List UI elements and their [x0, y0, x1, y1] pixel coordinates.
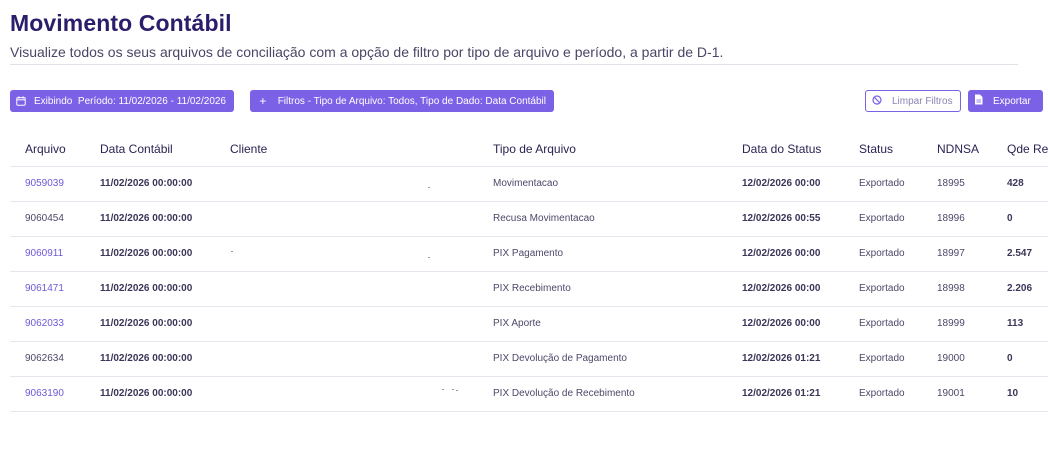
header-ndnsa[interactable]: NDNSA — [937, 142, 979, 156]
cell-ndnsa: 18995 — [937, 178, 965, 189]
clear-filters-label: Limpar Filtros — [892, 95, 953, 107]
redacted-mark — [456, 390, 458, 391]
cell-ndnsa: 18996 — [937, 213, 965, 224]
header-divider — [10, 64, 1018, 65]
header-tipo-arquivo[interactable]: Tipo de Arquivo — [493, 142, 576, 156]
document-icon — [974, 94, 983, 108]
plus-icon: + — [259, 94, 267, 108]
table-row[interactable]: 9062634 11/02/2026 00:00:00 PIX Devolução … — [10, 342, 1048, 377]
export-button[interactable]: Exportar — [968, 90, 1043, 112]
period-filter-label: Exibindo Período: 11/02/2026 - 11/02/202… — [34, 95, 226, 107]
redacted-mark — [442, 389, 444, 390]
cell-qde: 0 — [1007, 213, 1013, 224]
cell-tipo-arquivo: PIX Recebimento — [493, 283, 571, 294]
redacted-mark — [452, 389, 454, 390]
cell-ndnsa: 18998 — [937, 283, 965, 294]
cell-ndnsa: 18999 — [937, 318, 965, 329]
header-data-contabil[interactable]: Data Contábil — [100, 142, 173, 156]
cell-tipo-arquivo: PIX Aporte — [493, 318, 541, 329]
cell-data-status: 12/02/2026 00:00 — [742, 248, 821, 259]
cell-data-contabil: 11/02/2026 00:00:00 — [100, 283, 193, 294]
header-arquivo[interactable]: Arquivo — [25, 142, 66, 156]
header-status[interactable]: Status — [859, 142, 893, 156]
page-subtitle: Visualize todos os seus arquivos de conc… — [10, 44, 724, 60]
cell-arquivo: 9060454 — [25, 213, 64, 224]
table-row[interactable]: 9060454 11/02/2026 00:00:00 Recusa Movimen… — [10, 202, 1048, 237]
file-link[interactable]: 9060911 — [25, 248, 63, 259]
table-body: 9059039 11/02/2026 00:00:00 Movimentacao 12… — [10, 167, 1048, 412]
cell-qde: 0 — [1007, 353, 1013, 364]
redacted-mark — [231, 251, 233, 252]
cell-status: Exportado — [859, 178, 905, 189]
cell-status: Exportado — [859, 283, 905, 294]
cell-tipo-arquivo: PIX Devolução de Pagamento — [493, 353, 627, 364]
redacted-mark — [428, 187, 430, 188]
redacted-mark — [428, 257, 430, 258]
type-filter-chip[interactable]: + Filtros - Tipo de Arquivo: Todos, Tipo… — [250, 90, 554, 112]
cell-data-contabil: 11/02/2026 00:00:00 — [100, 388, 193, 399]
cell-data-status: 12/02/2026 00:55 — [742, 213, 821, 224]
page-title: Movimento Contábil — [10, 10, 232, 36]
period-filter-chip[interactable]: Exibindo Período: 11/02/2026 - 11/02/202… — [10, 90, 234, 112]
header-cliente[interactable]: Cliente — [230, 142, 267, 156]
cell-data-contabil: 11/02/2026 00:00:00 — [100, 178, 193, 189]
cell-status: Exportado — [859, 318, 905, 329]
file-link[interactable]: 9059039 — [25, 178, 64, 189]
cell-tipo-arquivo: PIX Devolução de Recebimento — [493, 388, 635, 399]
cell-status: Exportado — [859, 213, 905, 224]
cell-data-status: 12/02/2026 00:00 — [742, 283, 821, 294]
cell-ndnsa: 18997 — [937, 248, 965, 259]
cell-data-status: 12/02/2026 00:00 — [742, 318, 821, 329]
ban-icon — [872, 94, 882, 108]
table-row[interactable]: 9060911 11/02/2026 00:00:00 PIX Pagamento 1… — [10, 237, 1048, 272]
file-link[interactable]: 9061471 — [25, 283, 64, 294]
cell-status: Exportado — [859, 248, 905, 259]
cell-qde: 10 — [1007, 388, 1019, 399]
cell-tipo-arquivo: PIX Pagamento — [493, 248, 564, 259]
table-row[interactable]: 9059039 11/02/2026 00:00:00 Movimentacao 12… — [10, 167, 1048, 202]
cell-data-status: 12/02/2026 01:21 — [742, 353, 821, 364]
calendar-icon — [16, 96, 26, 106]
table-row[interactable]: 9061471 11/02/2026 00:00:00 PIX Recebiment… — [10, 272, 1048, 307]
cell-qde: 2.547 — [1007, 248, 1033, 259]
cell-data-contabil: 11/02/2026 00:00:00 — [100, 213, 193, 224]
cell-status: Exportado — [859, 388, 905, 399]
file-link[interactable]: 9062033 — [25, 318, 64, 329]
cell-status: Exportado — [859, 353, 905, 364]
cell-tipo-arquivo: Recusa Movimentacao — [493, 213, 595, 224]
header-qde[interactable]: Qde Re — [1007, 142, 1048, 156]
header-data-status[interactable]: Data do Status — [742, 142, 821, 156]
table-header: Arquivo Data Contábil Cliente Tipo de Ar… — [10, 132, 1048, 167]
file-link[interactable]: 9063190 — [25, 388, 64, 399]
cell-arquivo: 9062634 — [25, 353, 64, 364]
cell-data-contabil: 11/02/2026 00:00:00 — [100, 248, 193, 259]
table-row[interactable]: 9062033 11/02/2026 00:00:00 PIX Aporte 12/0… — [10, 307, 1048, 342]
cell-data-status: 12/02/2026 00:00 — [742, 178, 821, 189]
cell-qde: 428 — [1007, 178, 1024, 189]
cell-data-contabil: 11/02/2026 00:00:00 — [100, 353, 193, 364]
type-filter-label: Filtros - Tipo de Arquivo: Todos, Tipo d… — [277, 95, 546, 107]
cell-qde: 113 — [1007, 318, 1024, 329]
export-label: Exportar — [993, 95, 1031, 107]
clear-filters-button[interactable]: Limpar Filtros — [865, 90, 961, 112]
cell-tipo-arquivo: Movimentacao — [493, 178, 559, 189]
files-table: Arquivo Data Contábil Cliente Tipo de Ar… — [10, 132, 1048, 412]
cell-ndnsa: 19000 — [937, 353, 965, 364]
cell-qde: 2.206 — [1007, 283, 1033, 294]
cell-data-contabil: 11/02/2026 00:00:00 — [100, 318, 193, 329]
cell-ndnsa: 19001 — [937, 388, 965, 399]
table-row[interactable]: 9063190 11/02/2026 00:00:00 PIX Devolução … — [10, 377, 1048, 412]
cell-data-status: 12/02/2026 01:21 — [742, 388, 821, 399]
